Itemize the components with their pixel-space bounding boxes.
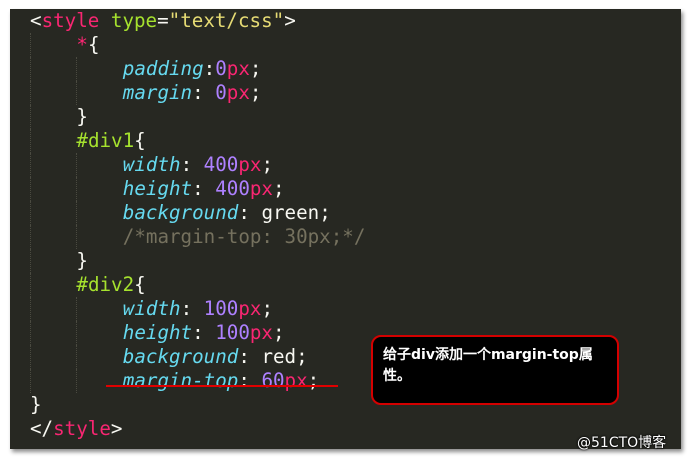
code-text: width: 400px; bbox=[122, 153, 273, 176]
code-text: margin: 0px; bbox=[122, 81, 262, 104]
code-line: } bbox=[10, 249, 681, 273]
code-text: } bbox=[30, 393, 42, 416]
watermark: @51CTO博客 bbox=[577, 435, 667, 451]
code-text: margin-top: 60px; bbox=[122, 369, 320, 392]
annotation-callout: 给子div添加一个margin-top属性。 bbox=[371, 335, 619, 405]
indent-guide bbox=[30, 345, 31, 369]
indent-guide bbox=[76, 297, 78, 321]
indent-guide bbox=[30, 273, 31, 297]
code-text: height: 400px; bbox=[122, 177, 285, 200]
code-line: background: green; bbox=[10, 201, 681, 225]
indent-guide bbox=[30, 177, 31, 201]
indent-guide bbox=[30, 57, 31, 81]
indent-guide bbox=[30, 321, 31, 345]
indent-guide bbox=[30, 81, 31, 105]
indent-guide bbox=[76, 225, 78, 249]
code-line: *{ bbox=[10, 33, 681, 57]
code-line: <style type="text/css"> bbox=[10, 9, 681, 33]
code-line: width: 400px; bbox=[10, 153, 681, 177]
indent-guide bbox=[30, 105, 31, 129]
indent-guide bbox=[30, 201, 31, 225]
indent-guide bbox=[76, 81, 78, 105]
indent-guide bbox=[30, 153, 31, 177]
code-line: margin: 0px; bbox=[10, 81, 681, 105]
code-line: /*margin-top: 30px;*/ bbox=[10, 225, 681, 249]
indent-guide bbox=[76, 153, 78, 177]
annotation-text: 给子div添加一个margin-top属性。 bbox=[383, 347, 593, 384]
code-text: #div1{ bbox=[76, 129, 146, 152]
indent-guide bbox=[30, 297, 31, 321]
indent-guide bbox=[76, 201, 78, 225]
code-line: width: 100px; bbox=[10, 297, 681, 321]
indent-guide bbox=[30, 249, 31, 273]
screenshot-frame: <style type="text/css"> *{padding:0px; mar… bbox=[0, 0, 689, 462]
code-text: background: green; bbox=[122, 201, 331, 224]
indent-guide bbox=[30, 369, 31, 393]
code-text: height: 100px; bbox=[122, 321, 285, 344]
code-text: </style> bbox=[30, 417, 123, 440]
code-line: #div1{ bbox=[10, 129, 681, 153]
indent-guide bbox=[30, 225, 31, 249]
indent-guide bbox=[76, 321, 78, 345]
code-text: /*margin-top: 30px;*/ bbox=[122, 225, 366, 248]
indent-guide bbox=[76, 57, 78, 81]
code-text: width: 100px; bbox=[122, 297, 273, 320]
code-text: padding:0px; bbox=[122, 57, 262, 80]
code-text: } bbox=[76, 105, 88, 128]
indent-guide bbox=[30, 33, 31, 57]
highlight-underline bbox=[106, 385, 338, 387]
indent-guide bbox=[76, 345, 78, 369]
code-line: height: 400px; bbox=[10, 177, 681, 201]
indent-guide bbox=[76, 369, 78, 393]
code-text: *{ bbox=[76, 33, 100, 56]
code-text: background: red; bbox=[122, 345, 308, 368]
code-line: #div2{ bbox=[10, 273, 681, 297]
indent-guide bbox=[30, 129, 31, 153]
indent-guide bbox=[76, 177, 78, 201]
code-text: <style type="text/css"> bbox=[30, 9, 296, 32]
code-text: #div2{ bbox=[76, 273, 146, 296]
code-line: } bbox=[10, 105, 681, 129]
code-line: padding:0px; bbox=[10, 57, 681, 81]
code-text: } bbox=[76, 249, 88, 272]
